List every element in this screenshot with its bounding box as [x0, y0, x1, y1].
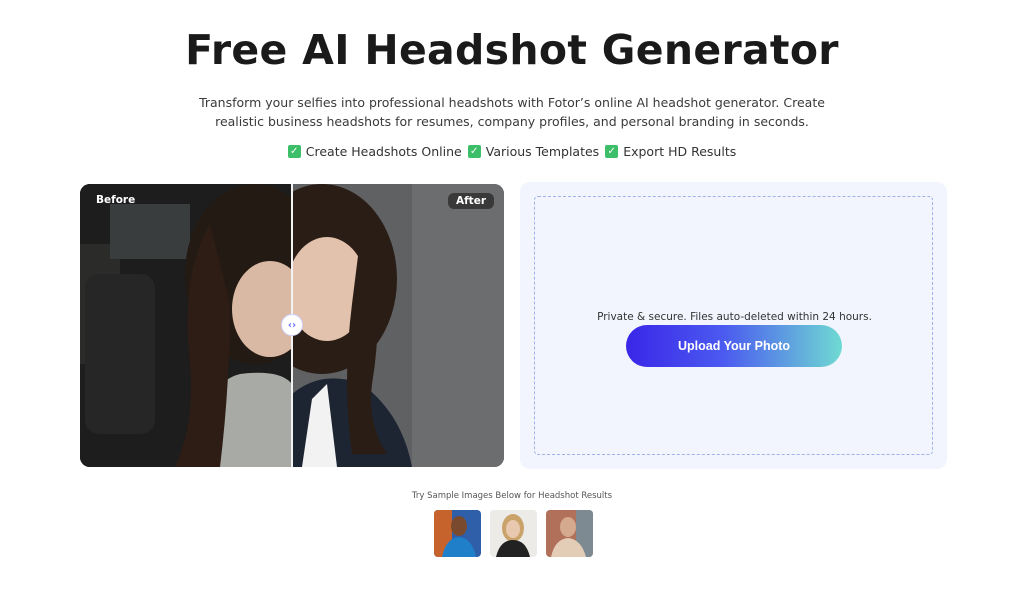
feature-item: ✓ Various Templates	[467, 144, 600, 159]
sample-image-woman-blonde[interactable]	[490, 510, 537, 557]
privacy-note: Private & secure. Files auto-deleted wit…	[597, 311, 872, 323]
feature-item: ✓ Create Headshots Online	[287, 144, 462, 159]
before-after-comparison[interactable]: Before After ‹›	[80, 184, 504, 467]
upload-photo-button[interactable]: Upload Your Photo	[626, 325, 842, 367]
feature-list: ✓ Create Headshots Online ✓ Various Temp…	[0, 144, 1024, 159]
after-label: After	[447, 193, 494, 209]
check-icon: ✓	[287, 145, 301, 158]
compare-handle-icon[interactable]: ‹›	[281, 314, 303, 336]
upload-dropzone[interactable]: Private & secure. Files auto-deleted wit…	[534, 196, 933, 455]
check-icon: ✓	[467, 145, 481, 158]
check-icon: ✓	[605, 145, 619, 158]
after-image: After	[292, 184, 504, 467]
page-subtitle: Transform your selfies into professional…	[199, 95, 825, 129]
before-image: Before	[80, 184, 292, 467]
feature-item: ✓ Export HD Results	[605, 144, 736, 159]
feature-label: Create Headshots Online	[305, 144, 462, 159]
samples-label: Try Sample Images Below for Headshot Res…	[411, 491, 613, 501]
feature-label: Export HD Results	[623, 144, 737, 159]
sample-image-man-blue-suit[interactable]	[434, 510, 481, 557]
sample-images	[434, 510, 593, 557]
sample-image-man-beige[interactable]	[546, 510, 593, 557]
page-title: Free AI Headshot Generator	[185, 26, 839, 74]
before-label: Before	[96, 194, 136, 206]
feature-label: Various Templates	[485, 144, 600, 159]
upload-panel: Private & secure. Files auto-deleted wit…	[520, 182, 947, 469]
